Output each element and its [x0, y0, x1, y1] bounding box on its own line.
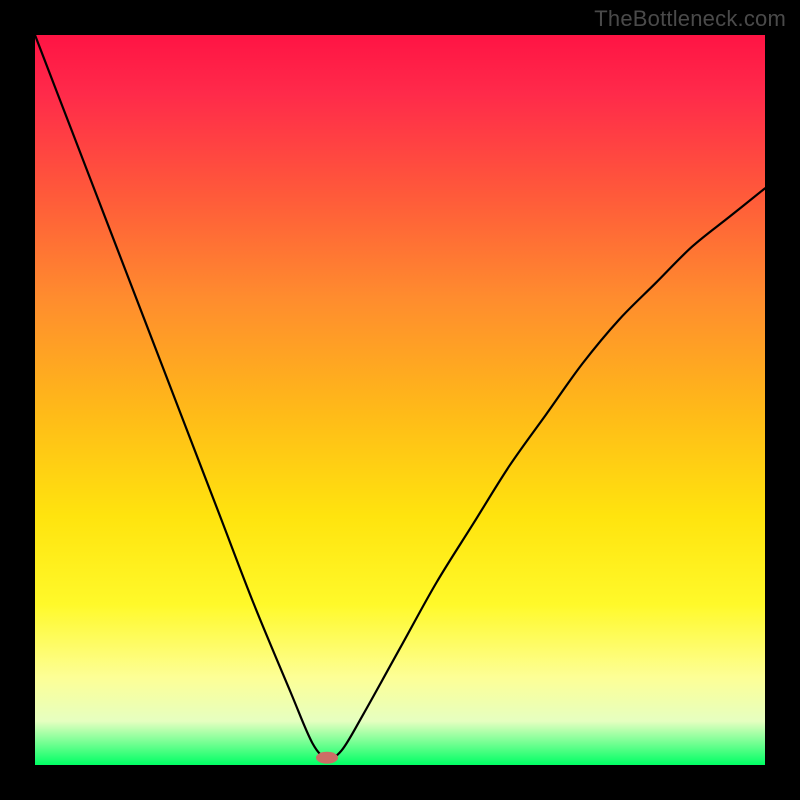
plot-area — [35, 35, 765, 765]
curve-layer — [35, 35, 765, 765]
watermark-label: TheBottleneck.com — [594, 6, 786, 32]
bottleneck-curve — [35, 35, 765, 758]
chart-container: TheBottleneck.com — [0, 0, 800, 800]
bottleneck-marker — [316, 752, 338, 764]
